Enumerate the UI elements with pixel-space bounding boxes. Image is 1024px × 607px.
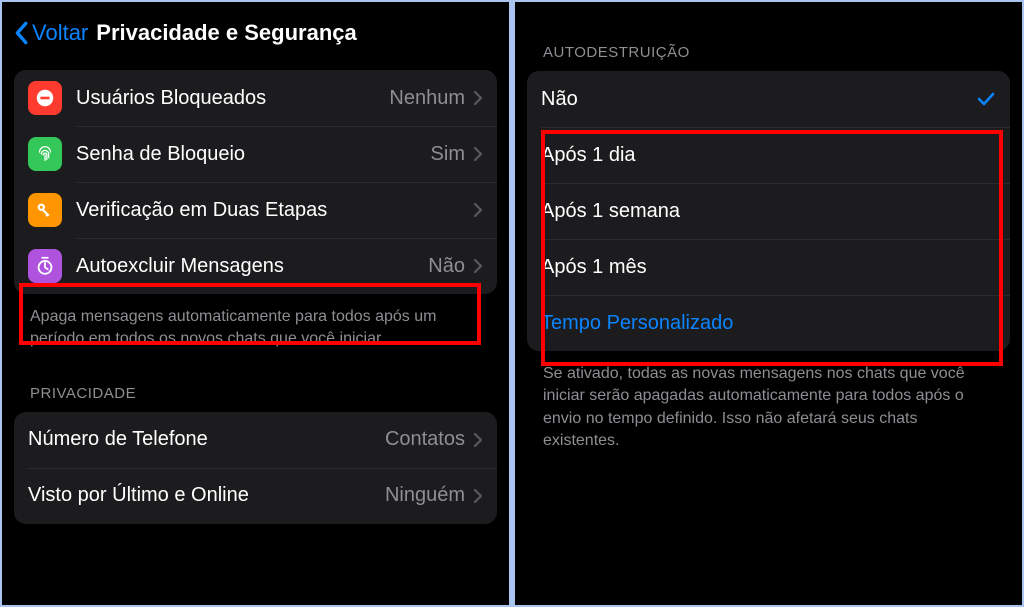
checkmark-icon xyxy=(976,89,996,109)
row-value: Nenhum xyxy=(389,87,465,110)
row-label: Número de Telefone xyxy=(28,428,385,451)
back-label: Voltar xyxy=(32,20,88,46)
row-blocked-users[interactable]: Usuários Bloqueados Nenhum xyxy=(14,70,497,126)
row-label: Visto por Último e Online xyxy=(28,484,385,507)
row-passcode[interactable]: Senha de Bloqueio Sim xyxy=(14,126,497,182)
row-value: Contatos xyxy=(385,428,465,451)
option-1-week[interactable]: Após 1 semana xyxy=(527,183,1010,239)
autodestruction-section-header: AUTODESTRUIÇÃO xyxy=(527,2,1010,71)
row-value: Não xyxy=(428,255,465,278)
option-custom[interactable]: Tempo Personalizado xyxy=(527,295,1010,351)
timer-icon xyxy=(28,249,62,283)
chevron-left-icon xyxy=(12,21,30,45)
privacy-settings-panel: Voltar Privacidade e Segurança Usuários … xyxy=(2,2,509,605)
row-label: Verificação em Duas Etapas xyxy=(76,199,473,222)
option-label: Após 1 dia xyxy=(541,144,996,167)
row-label: Usuários Bloqueados xyxy=(76,87,389,110)
row-label: Autoexcluir Mensagens xyxy=(76,255,428,278)
autodestruction-list: Não Após 1 dia Após 1 semana Após 1 mês … xyxy=(527,71,1010,351)
option-label: Após 1 semana xyxy=(541,200,996,223)
security-group: Usuários Bloqueados Nenhum Senha de Bloq… xyxy=(14,70,497,351)
row-autodelete[interactable]: Autoexcluir Mensagens Não xyxy=(14,238,497,294)
fingerprint-icon xyxy=(28,137,62,171)
header: Voltar Privacidade e Segurança xyxy=(2,2,509,70)
page-title: Privacidade e Segurança xyxy=(96,20,356,46)
row-label: Senha de Bloqueio xyxy=(76,143,431,166)
key-icon xyxy=(28,193,62,227)
row-value: Ninguém xyxy=(385,484,465,507)
autodelete-footer: Apaga mensagens automaticamente para tod… xyxy=(14,294,497,351)
autodestruction-panel: AUTODESTRUIÇÃO Não Após 1 dia Após 1 sem… xyxy=(515,2,1022,605)
option-1-day[interactable]: Após 1 dia xyxy=(527,127,1010,183)
row-phone-number[interactable]: Número de Telefone Contatos xyxy=(14,412,497,468)
option-1-month[interactable]: Após 1 mês xyxy=(527,239,1010,295)
option-label: Tempo Personalizado xyxy=(541,312,996,335)
autodestruction-group: AUTODESTRUIÇÃO Não Após 1 dia Após 1 sem… xyxy=(527,2,1010,453)
blocked-icon xyxy=(28,81,62,115)
chevron-right-icon xyxy=(473,432,483,448)
chevron-right-icon xyxy=(473,488,483,504)
option-off[interactable]: Não xyxy=(527,71,1010,127)
option-label: Não xyxy=(541,88,976,111)
privacy-section-header: PRIVACIDADE xyxy=(14,351,497,412)
back-button[interactable]: Voltar xyxy=(12,20,88,46)
chevron-right-icon xyxy=(473,146,483,162)
chevron-right-icon xyxy=(473,202,483,218)
row-value: Sim xyxy=(431,143,465,166)
chevron-right-icon xyxy=(473,258,483,274)
autodestruction-footer: Se ativado, todas as novas mensagens nos… xyxy=(527,351,1010,453)
chevron-right-icon xyxy=(473,90,483,106)
row-two-step[interactable]: Verificação em Duas Etapas xyxy=(14,182,497,238)
privacy-group: PRIVACIDADE Número de Telefone Contatos … xyxy=(14,351,497,524)
privacy-list: Número de Telefone Contatos Visto por Úl… xyxy=(14,412,497,524)
row-last-seen[interactable]: Visto por Último e Online Ninguém xyxy=(14,468,497,524)
option-label: Após 1 mês xyxy=(541,256,996,279)
security-list: Usuários Bloqueados Nenhum Senha de Bloq… xyxy=(14,70,497,294)
